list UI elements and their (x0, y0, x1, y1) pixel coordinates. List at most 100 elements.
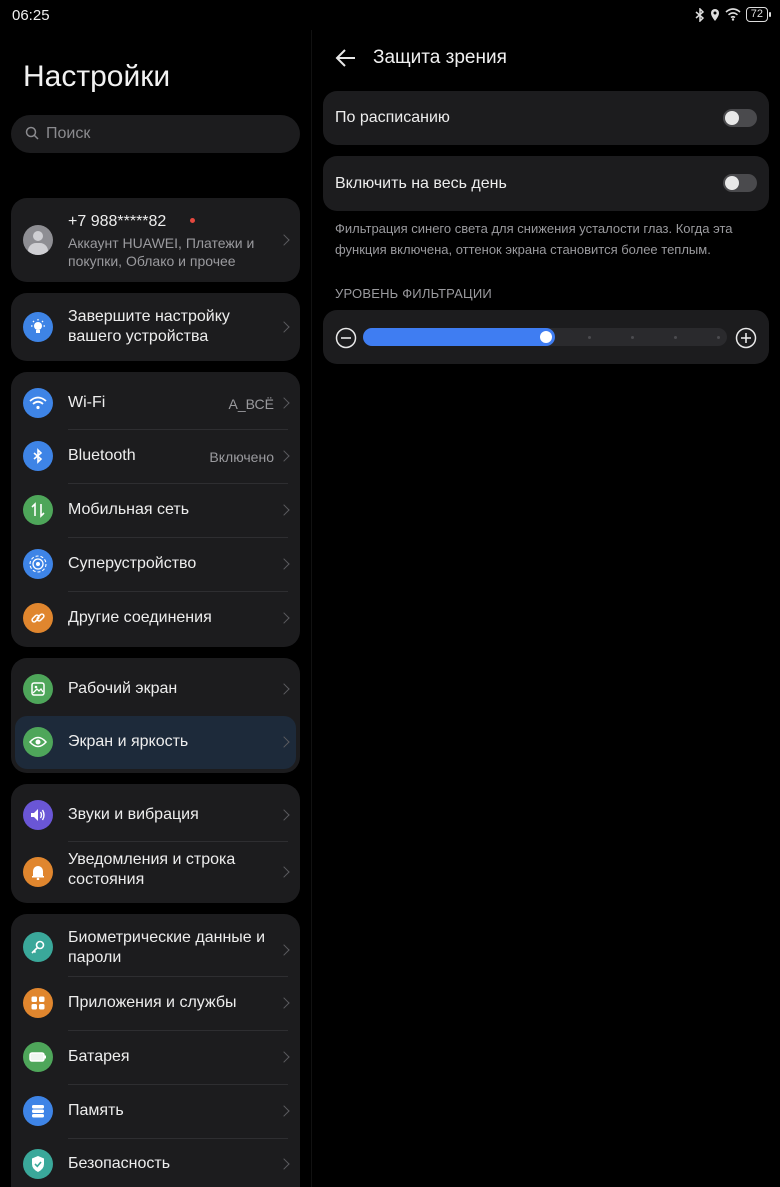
filter-level-slider[interactable] (363, 328, 727, 346)
wifi-icon (23, 388, 53, 418)
storage-label: Память (68, 1102, 124, 1119)
slider-fill (363, 328, 555, 346)
bluetooth-status-icon (695, 7, 704, 22)
storage-icon (23, 1096, 53, 1126)
shield-icon (23, 1149, 53, 1179)
sidebar-item-sounds[interactable]: Звуки и вибрация (11, 788, 300, 841)
account-line-2: покупки, Облако и прочее (68, 253, 236, 269)
pane-divider (311, 30, 312, 1187)
super-device-label: Суперустройство (68, 555, 197, 572)
status-bar: 06:25 72 (0, 0, 780, 30)
home-screen-icon (23, 674, 53, 704)
chevron-right-icon (278, 321, 290, 333)
sidebar-item-mobile-network[interactable]: Мобильная сеть (11, 484, 300, 537)
sidebar-item-display-brightness[interactable]: Экран и яркость (15, 716, 296, 769)
chevron-right-icon (278, 450, 290, 462)
notifications-label-1: Уведомления и строка (68, 851, 236, 868)
key-icon (23, 932, 53, 962)
chevron-right-icon (278, 234, 290, 246)
search-icon (25, 126, 39, 140)
schedule-label: По расписанию (335, 109, 450, 126)
battery-icon (23, 1042, 53, 1072)
slider-tick (588, 336, 591, 339)
display-card: Рабочий экран Экран и яркость (11, 658, 300, 773)
chevron-right-icon (278, 397, 290, 409)
display-brightness-label: Экран и яркость (68, 733, 189, 750)
connectivity-card: Wi-Fi A_ВСЁ Bluetooth Включено Мобильная… (11, 372, 300, 647)
page-title: Настройки (23, 60, 171, 93)
chevron-right-icon (278, 504, 290, 516)
battery-label: Батарея (68, 1048, 130, 1065)
wifi-value: A_ВСЁ (228, 396, 274, 412)
bluetooth-value: Включено (209, 449, 274, 465)
battery-status: 72 (745, 7, 772, 22)
biometrics-label-1: Биометрические данные и (68, 929, 266, 946)
account-card[interactable]: +7 988*****82 Аккаунт HUAWEI, Платежи и … (11, 198, 300, 282)
eye-comfort-description: Фильтрация синего света для снижения уст… (335, 221, 733, 257)
allday-label: Включить на весь день (335, 175, 507, 192)
chevron-right-icon (278, 683, 290, 695)
detail-title: Защита зрения (373, 47, 507, 68)
slider-tick (717, 336, 720, 339)
chevron-right-icon (278, 736, 290, 748)
chevron-right-icon (278, 944, 290, 956)
setup-line-1: Завершите настройку (68, 308, 230, 325)
sidebar-item-battery[interactable]: Батарея (11, 1031, 300, 1084)
sidebar-item-other-connections[interactable]: Другие соединения (11, 592, 300, 645)
sidebar-item-super-device[interactable]: Суперустройство (11, 538, 300, 591)
plus-icon[interactable] (735, 327, 757, 349)
allday-toggle[interactable] (723, 174, 757, 192)
chevron-right-icon (278, 866, 290, 878)
slider-tick (631, 336, 634, 339)
setup-card[interactable]: Завершите настройку вашего устройства (11, 293, 300, 361)
apps-label: Приложения и службы (68, 994, 237, 1011)
bluetooth-label: Bluetooth (68, 447, 136, 464)
speaker-icon (23, 800, 53, 830)
sidebar-item-notifications[interactable]: Уведомления и строка состояния (11, 842, 300, 902)
mobile-network-label: Мобильная сеть (68, 501, 190, 518)
sidebar-item-apps[interactable]: Приложения и службы (11, 977, 300, 1030)
status-icons: 72 (695, 7, 772, 22)
sound-card: Звуки и вибрация Уведомления и строка со… (11, 784, 300, 903)
apps-icon (23, 988, 53, 1018)
chevron-right-icon (278, 612, 290, 624)
notifications-label-2: состояния (68, 871, 145, 888)
sidebar-item-storage[interactable]: Память (11, 1085, 300, 1138)
bell-icon (23, 857, 53, 887)
back-arrow-icon[interactable] (335, 47, 357, 69)
chevron-right-icon (278, 997, 290, 1009)
wifi-status-icon (725, 8, 741, 21)
avatar (23, 225, 53, 255)
bluetooth-icon (23, 441, 53, 471)
sidebar-item-security[interactable]: Безопасность (11, 1139, 300, 1187)
allday-row[interactable]: Включить на весь день (323, 156, 769, 211)
search-placeholder: Поиск (46, 125, 91, 142)
search-input[interactable]: Поиск (11, 115, 300, 153)
system-card: Биометрические данные и пароли Приложени… (11, 914, 300, 1187)
slider-tick (674, 336, 677, 339)
sidebar-item-home-screen[interactable]: Рабочий экран (11, 662, 300, 715)
chevron-right-icon (278, 809, 290, 821)
slider-thumb[interactable] (540, 331, 552, 343)
wifi-label: Wi-Fi (68, 394, 106, 411)
sidebar-item-wifi[interactable]: Wi-Fi A_ВСЁ (11, 376, 300, 429)
account-line-1: Аккаунт HUAWEI, Платежи и (68, 235, 255, 251)
notification-dot (190, 218, 195, 223)
super-device-icon (23, 549, 53, 579)
other-connections-label: Другие соединения (68, 609, 212, 626)
link-icon (23, 603, 53, 633)
biometrics-label-2: пароли (68, 949, 122, 966)
location-icon (710, 8, 719, 21)
minus-icon[interactable] (335, 327, 357, 349)
status-time: 06:25 (12, 7, 50, 24)
sidebar-item-bluetooth[interactable]: Bluetooth Включено (11, 430, 300, 483)
schedule-toggle[interactable] (723, 109, 757, 127)
chevron-right-icon (278, 1105, 290, 1117)
security-label: Безопасность (68, 1155, 171, 1172)
home-screen-label: Рабочий экран (68, 680, 178, 697)
schedule-row[interactable]: По расписанию (323, 91, 769, 145)
chevron-right-icon (278, 1158, 290, 1170)
sounds-label: Звуки и вибрация (68, 806, 199, 823)
chevron-right-icon (278, 1051, 290, 1063)
sidebar-item-biometrics[interactable]: Биометрические данные и пароли (11, 918, 300, 976)
